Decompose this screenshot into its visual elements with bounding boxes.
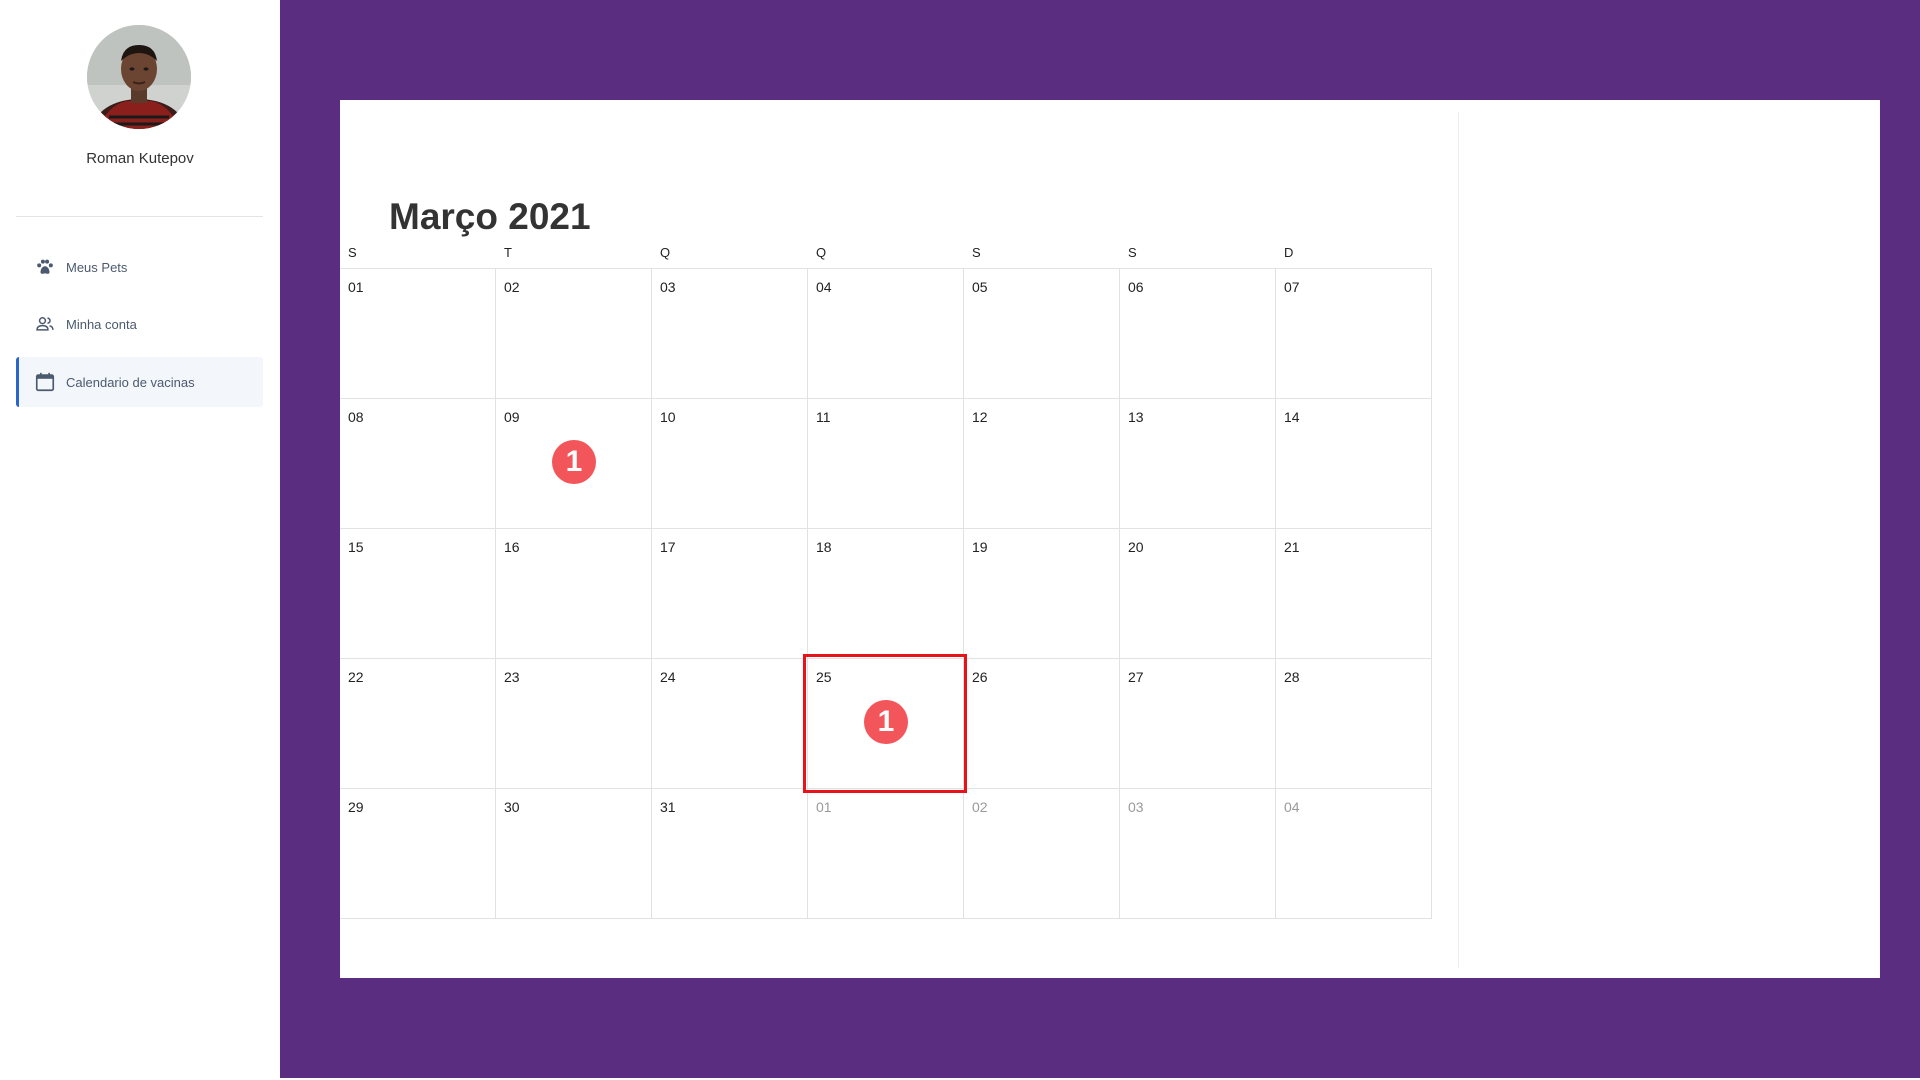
avatar[interactable]	[87, 25, 191, 129]
day-cell[interactable]: 12	[964, 399, 1120, 529]
day-number: 18	[816, 539, 832, 555]
day-cell[interactable]: 07	[1276, 269, 1432, 399]
day-number: 25	[816, 669, 832, 685]
day-cell[interactable]: 10	[652, 399, 808, 529]
day-cell[interactable]: 14	[1276, 399, 1432, 529]
day-cell[interactable]: 22	[340, 659, 496, 789]
weekday-label: Q	[660, 245, 671, 260]
day-number: 22	[348, 669, 364, 685]
day-cell[interactable]: 31	[652, 789, 808, 919]
day-cell[interactable]: 01	[340, 269, 496, 399]
calendar-title: Março 2021	[389, 196, 591, 237]
day-number: 16	[504, 539, 520, 555]
day-number: 21	[1284, 539, 1300, 555]
avatar-image	[87, 25, 191, 129]
day-number: 03	[1128, 799, 1144, 815]
day-cell[interactable]: 16	[496, 529, 652, 659]
weekday-label: S	[1128, 245, 1137, 260]
day-number: 15	[348, 539, 364, 555]
day-cell[interactable]: 13	[1120, 399, 1276, 529]
day-number: 04	[1284, 799, 1300, 815]
day-cell[interactable]: 28	[1276, 659, 1432, 789]
day-number: 02	[972, 799, 988, 815]
day-cell[interactable]: 23	[496, 659, 652, 789]
day-number: 07	[1284, 279, 1300, 295]
day-number: 12	[972, 409, 988, 425]
day-number: 09	[504, 409, 520, 425]
event-count-badge[interactable]: 1	[864, 700, 908, 744]
day-cell[interactable]: 01	[808, 789, 964, 919]
day-cell[interactable]: 26	[964, 659, 1120, 789]
people-icon	[34, 313, 56, 335]
day-cell[interactable]: 19	[964, 529, 1120, 659]
day-number: 20	[1128, 539, 1144, 555]
day-number: 27	[1128, 669, 1144, 685]
day-cell[interactable]: 29	[340, 789, 496, 919]
weekday-label: Q	[816, 245, 827, 260]
day-number: 03	[660, 279, 676, 295]
day-cell[interactable]: 24	[652, 659, 808, 789]
sidebar-item-label: Minha conta	[66, 316, 137, 332]
day-cell[interactable]: 04	[1276, 789, 1432, 919]
calendar-grid: 01 02 03 04 05 06 07 08 09 10 11 12 13 14 15 16 17 18 19 20…	[340, 268, 1432, 919]
day-number: 01	[348, 279, 364, 295]
app: Roman Kutepov Meus Pets Minha conta Cale…	[0, 0, 1920, 1080]
day-number: 10	[660, 409, 676, 425]
day-number: 26	[972, 669, 988, 685]
day-cell[interactable]: 15	[340, 529, 496, 659]
event-count-badge[interactable]: 1	[552, 440, 596, 484]
sidebar-divider	[16, 216, 263, 217]
day-cell[interactable]: 11	[808, 399, 964, 529]
day-number: 04	[816, 279, 832, 295]
day-cell[interactable]: 08	[340, 399, 496, 529]
sidebar-item-meus-pets[interactable]: Meus Pets	[16, 242, 263, 292]
day-cell[interactable]: 20	[1120, 529, 1276, 659]
day-cell[interactable]: 03	[1120, 789, 1276, 919]
day-number: 31	[660, 799, 676, 815]
day-number: 29	[348, 799, 364, 815]
sidebar: Roman Kutepov Meus Pets Minha conta Cale…	[0, 0, 280, 1080]
user-name: Roman Kutepov	[86, 150, 194, 167]
day-number: 02	[504, 279, 520, 295]
day-number: 17	[660, 539, 676, 555]
day-cell[interactable]: 30	[496, 789, 652, 919]
calendar-icon	[34, 371, 56, 393]
day-cell[interactable]: 02	[496, 269, 652, 399]
day-cell[interactable]: 03	[652, 269, 808, 399]
day-number: 28	[1284, 669, 1300, 685]
day-number: 30	[504, 799, 520, 815]
day-number: 08	[348, 409, 364, 425]
day-number: 06	[1128, 279, 1144, 295]
sidebar-item-label: Meus Pets	[66, 259, 128, 275]
day-cell[interactable]: 05	[964, 269, 1120, 399]
day-cell[interactable]: 04	[808, 269, 964, 399]
weekday-label: T	[504, 245, 512, 260]
day-cell[interactable]: 06	[1120, 269, 1276, 399]
day-cell[interactable]: 17	[652, 529, 808, 659]
day-number: 01	[816, 799, 832, 815]
day-cell[interactable]: 02	[964, 789, 1120, 919]
day-cell[interactable]: 21	[1276, 529, 1432, 659]
day-number: 14	[1284, 409, 1300, 425]
weekday-label: S	[972, 245, 981, 260]
day-number: 24	[660, 669, 676, 685]
paw-icon	[34, 256, 56, 278]
sidebar-item-minha-conta[interactable]: Minha conta	[16, 299, 263, 349]
weekday-label: D	[1284, 245, 1294, 260]
sidebar-item-label: Calendario de vacinas	[66, 374, 195, 390]
sidebar-item-calendario-de-vacinas[interactable]: Calendario de vacinas	[16, 357, 263, 407]
day-cell[interactable]: 27	[1120, 659, 1276, 789]
weekday-label: S	[348, 245, 357, 260]
day-number: 23	[504, 669, 520, 685]
card-divider	[1458, 112, 1459, 968]
day-number: 13	[1128, 409, 1144, 425]
day-cell[interactable]: 18	[808, 529, 964, 659]
day-number: 19	[972, 539, 988, 555]
day-number: 11	[816, 409, 831, 425]
day-number: 05	[972, 279, 988, 295]
